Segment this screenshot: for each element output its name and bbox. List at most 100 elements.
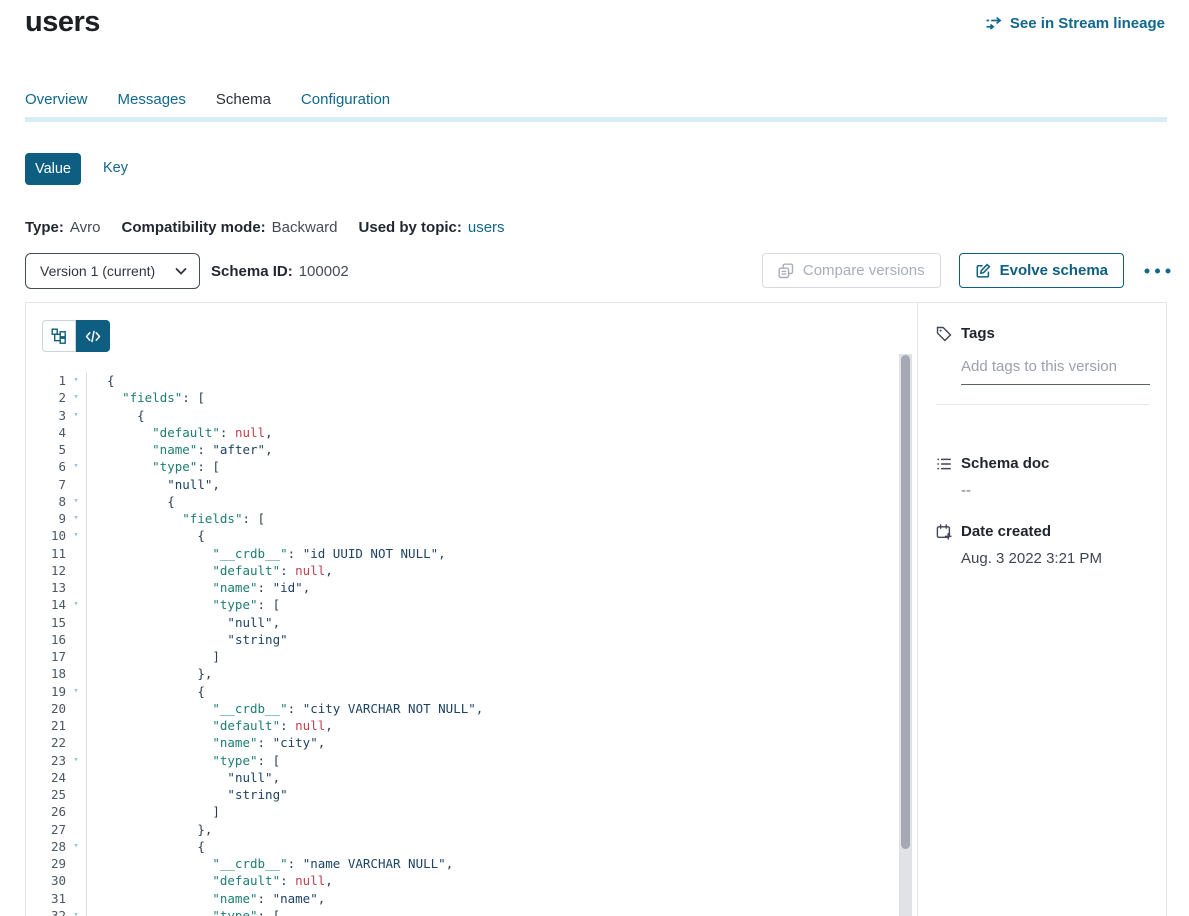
fold-spacer bbox=[66, 734, 86, 751]
tab-overview[interactable]: Overview bbox=[25, 91, 88, 108]
fold-toggle-icon[interactable]: ▾ bbox=[66, 683, 86, 700]
fold-spacer bbox=[66, 821, 86, 838]
fold-toggle-icon[interactable]: ▾ bbox=[66, 510, 86, 527]
code-view-button[interactable] bbox=[76, 320, 110, 352]
key-toggle-button[interactable]: Key bbox=[103, 160, 128, 176]
code-line: 4 "default": null, bbox=[26, 424, 895, 441]
line-number: 29 bbox=[26, 855, 66, 872]
code-pane: 1▾{2▾ "fields": [3▾ {4 "default": null,5… bbox=[26, 303, 917, 916]
line-number: 20 bbox=[26, 700, 66, 717]
line-number: 32 bbox=[26, 907, 66, 916]
code-line: 28▾ { bbox=[26, 838, 895, 855]
fold-spacer bbox=[66, 441, 86, 458]
fold-toggle-icon[interactable]: ▾ bbox=[66, 838, 86, 855]
schema-id-value: 100002 bbox=[299, 263, 349, 280]
schema-actions: Compare versions Evolve schema bbox=[762, 253, 1173, 288]
code-line: 15 "null", bbox=[26, 614, 895, 631]
code-text: "default": null, bbox=[87, 717, 333, 734]
code-line: 14▾ "type": [ bbox=[26, 596, 895, 613]
fold-toggle-icon[interactable]: ▾ bbox=[66, 372, 86, 389]
fold-toggle-icon[interactable]: ▾ bbox=[66, 596, 86, 613]
version-select[interactable]: Version 1 (current) bbox=[25, 253, 200, 289]
evolve-schema-button[interactable]: Evolve schema bbox=[959, 253, 1124, 288]
fold-toggle-icon[interactable]: ▾ bbox=[66, 493, 86, 510]
line-number: 25 bbox=[26, 786, 66, 803]
line-number: 5 bbox=[26, 441, 66, 458]
code-scrollbar-thumb[interactable] bbox=[901, 355, 910, 849]
code-line: 6▾ "type": [ bbox=[26, 458, 895, 475]
fold-toggle-icon[interactable]: ▾ bbox=[66, 407, 86, 424]
tag-icon bbox=[936, 326, 952, 342]
code-line: 13 "name": "id", bbox=[26, 579, 895, 596]
line-number: 8 bbox=[26, 493, 66, 510]
fold-toggle-icon[interactable]: ▾ bbox=[66, 527, 86, 544]
code-line: 32▾ "type": [ bbox=[26, 907, 895, 916]
topic-link[interactable]: users bbox=[468, 219, 505, 236]
fold-toggle-icon[interactable]: ▾ bbox=[66, 907, 86, 916]
schema-doc-title: Schema doc bbox=[961, 455, 1049, 472]
fold-toggle-icon[interactable]: ▾ bbox=[66, 389, 86, 406]
line-number: 10 bbox=[26, 527, 66, 544]
schema-id: Schema ID: 100002 bbox=[211, 263, 349, 280]
code-line: 29 "__crdb__": "name VARCHAR NULL", bbox=[26, 855, 895, 872]
code-text: "fields": [ bbox=[87, 389, 205, 406]
code-line: 18 }, bbox=[26, 665, 895, 682]
code-text: }, bbox=[87, 665, 212, 682]
more-options-button[interactable] bbox=[1142, 264, 1173, 278]
schema-id-label: Schema ID: bbox=[211, 263, 293, 280]
tab-schema[interactable]: Schema bbox=[216, 91, 271, 108]
fold-toggle-icon[interactable]: ▾ bbox=[66, 458, 86, 475]
line-number: 11 bbox=[26, 545, 66, 562]
compare-versions-button[interactable]: Compare versions bbox=[762, 253, 941, 288]
line-number: 4 bbox=[26, 424, 66, 441]
code-line: 3▾ { bbox=[26, 407, 895, 424]
sidebar-divider bbox=[936, 404, 1150, 405]
page-title: users bbox=[25, 6, 100, 39]
code-scrollbar-track[interactable] bbox=[899, 354, 912, 916]
code-line: 1▾{ bbox=[26, 372, 895, 389]
list-icon bbox=[936, 456, 952, 472]
code-text: "type": [ bbox=[87, 907, 280, 916]
code-text: "name": "after", bbox=[87, 441, 273, 458]
tab-underline-track bbox=[25, 117, 1167, 122]
line-number: 12 bbox=[26, 562, 66, 579]
line-number: 21 bbox=[26, 717, 66, 734]
code-line: 8▾ { bbox=[26, 493, 895, 510]
fold-spacer bbox=[66, 890, 86, 907]
code-text: "name": "city", bbox=[87, 734, 325, 751]
code-text: "string" bbox=[87, 786, 288, 803]
fold-spacer bbox=[66, 665, 86, 682]
code-text: { bbox=[87, 683, 205, 700]
code-line: 17 ] bbox=[26, 648, 895, 665]
line-number: 3 bbox=[26, 407, 66, 424]
value-toggle-button[interactable]: Value bbox=[25, 153, 81, 185]
fold-spacer bbox=[66, 700, 86, 717]
tab-configuration[interactable]: Configuration bbox=[301, 91, 390, 108]
fold-toggle-icon[interactable]: ▾ bbox=[66, 752, 86, 769]
code-text: "type": [ bbox=[87, 752, 280, 769]
code-text: { bbox=[87, 527, 205, 544]
add-tags-input[interactable] bbox=[961, 358, 1150, 385]
code-line: 19▾ { bbox=[26, 683, 895, 700]
line-number: 24 bbox=[26, 769, 66, 786]
schema-meta-row: Type: Avro Compatibility mode: Backward … bbox=[25, 219, 505, 236]
tree-view-icon bbox=[51, 328, 67, 344]
code-text: "default": null, bbox=[87, 872, 333, 889]
tree-view-button[interactable] bbox=[42, 320, 76, 352]
stream-lineage-link[interactable]: See in Stream lineage bbox=[986, 15, 1165, 32]
line-number: 19 bbox=[26, 683, 66, 700]
line-number: 2 bbox=[26, 389, 66, 406]
code-line: 5 "name": "after", bbox=[26, 441, 895, 458]
line-number: 30 bbox=[26, 872, 66, 889]
fold-spacer bbox=[66, 803, 86, 820]
calendar-plus-icon bbox=[936, 524, 952, 540]
tab-messages[interactable]: Messages bbox=[118, 91, 186, 108]
schema-page: users See in Stream lineage Overview Mes… bbox=[0, 0, 1189, 916]
code-text: "null", bbox=[87, 614, 280, 631]
code-line: 24 "null", bbox=[26, 769, 895, 786]
fold-spacer bbox=[66, 562, 86, 579]
line-number: 14 bbox=[26, 596, 66, 613]
code-text: ] bbox=[87, 803, 220, 820]
fold-spacer bbox=[66, 631, 86, 648]
code-text: "__crdb__": "city VARCHAR NOT NULL", bbox=[87, 700, 483, 717]
